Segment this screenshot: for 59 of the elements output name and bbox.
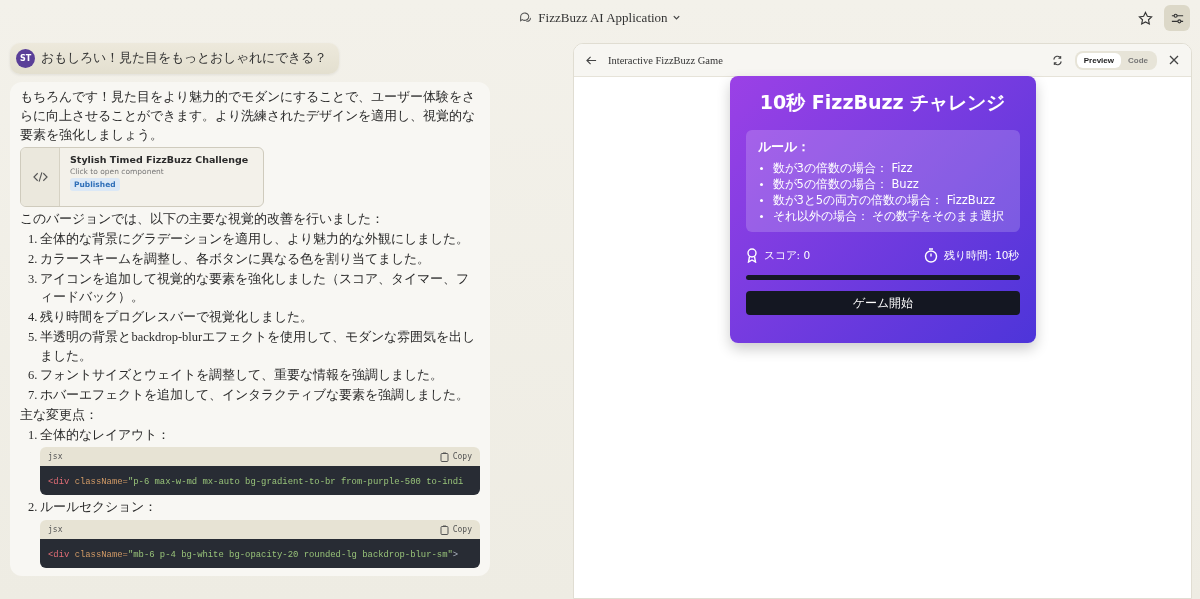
close-icon: [1169, 55, 1179, 65]
rule-text: 数が5の倍数の場合： Buzz: [772, 177, 919, 192]
code-line: <div className="mb-6 p-4 bg-white bg-opacity-20 rounded-lg backdrop-blur-sm">: [48, 550, 459, 560]
reply-paragraph: 主な変更点：: [20, 406, 99, 424]
list-item-text: 全体的なレイアウト：: [40, 426, 171, 444]
rules-heading: ルール：: [757, 138, 811, 156]
list-number: 6.: [28, 367, 38, 385]
list-number: 7.: [28, 387, 38, 404]
code-icon: [32, 171, 48, 184]
code-language: jsx: [48, 452, 63, 462]
list-number: 5.: [28, 328, 38, 346]
time-remaining-text: 残り時間: 10秒: [944, 248, 1020, 263]
conversation-title[interactable]: FizzBuzz AI Application: [538, 9, 681, 26]
list-item-text: 全体的な背景にグラデーションを適用し、より魅力的な外観にしました。: [40, 231, 470, 248]
back-arrow-icon: [585, 54, 597, 66]
user-message-text: おもしろい！見た目をもっとおしゃれにできる？: [41, 50, 327, 67]
chevron-down-icon: [671, 13, 681, 22]
list-number: 1.: [28, 426, 38, 444]
score-text: スコア: 0: [763, 248, 811, 263]
preview-title: Interactive FizzBuzz Game: [608, 54, 723, 66]
list-item-text: アイコンを追加して視覚的な要素を強化しました（スコア、タイマー、フィードバック）。: [40, 270, 471, 307]
copy-button[interactable]: Copy: [439, 524, 472, 535]
bullet-icon: [759, 167, 763, 170]
bullet-icon: [759, 183, 763, 186]
list-item-text: ルールセクション：: [40, 499, 158, 517]
reply-paragraph: もちろんです！見た目をより魅力的でモダンにすることで、ユーザー体験をさらに向上させることができます。より洗練されたデザインを適用し、視覚的な要素を強化しましょう。: [20, 89, 476, 144]
star-icon: [1137, 10, 1153, 26]
list-item-text: カラースキームを調整し、各ボタンに異なる色を割り当てました。: [40, 250, 431, 268]
view-tab[interactable]: Preview: [1076, 52, 1121, 68]
chat-bubbles-icon: [519, 11, 533, 24]
rule-text: それ以外の場合： その数字をそのまま選択: [772, 209, 1005, 224]
award-icon: [745, 248, 758, 263]
clipboard-icon: [439, 451, 449, 462]
start-game-button[interactable]: ゲーム開始: [745, 291, 1020, 315]
artifact-title: Stylish Timed FizzBuzz Challenge: [70, 154, 249, 166]
list-number: 2.: [28, 499, 38, 517]
code-language: jsx: [48, 525, 63, 534]
settings-button[interactable]: [1164, 5, 1190, 31]
rule-text: 数が3の倍数の場合： Fizz: [772, 161, 913, 176]
stopwatch-icon: [924, 248, 939, 263]
list-item-text: ホバーエフェクトを追加して、インタラクティブな要素を強調しました。: [40, 387, 470, 404]
refresh-icon: [1052, 54, 1064, 66]
code-line: <div className="p-6 max-w-md mx-auto bg-gradient-to-br from-purple-500 to-indi: [48, 477, 464, 488]
list-number: 3.: [28, 270, 38, 288]
list-item-text: フォントサイズとウェイトを調整して、重要な情報を強調しました。: [40, 367, 444, 385]
list-item-text: 残り時間をプログレスバーで視覚化しました。: [40, 309, 314, 326]
list-number: 4.: [28, 309, 38, 326]
bullet-icon: [759, 215, 763, 218]
game-title: 10秒 FizzBuzz チャレンジ: [758, 90, 1007, 115]
rule-text: 数が3と5の両方の倍数の場合： FizzBuzz: [772, 193, 996, 208]
clipboard-icon: [439, 524, 449, 535]
reply-paragraph: このバージョンでは、以下の主要な視覚的改善を行いました：: [20, 211, 385, 229]
view-tab[interactable]: Code: [1121, 52, 1155, 68]
user-avatar: ST: [16, 49, 35, 68]
list-item-text: 半透明の背景とbackdrop-blurエフェクトを使用して、モダンな雰囲気を出しました。: [40, 328, 477, 365]
list-number: 1.: [28, 231, 38, 248]
list-number: 2.: [28, 250, 38, 268]
bullet-icon: [759, 199, 763, 202]
copy-button[interactable]: Copy: [439, 451, 472, 462]
